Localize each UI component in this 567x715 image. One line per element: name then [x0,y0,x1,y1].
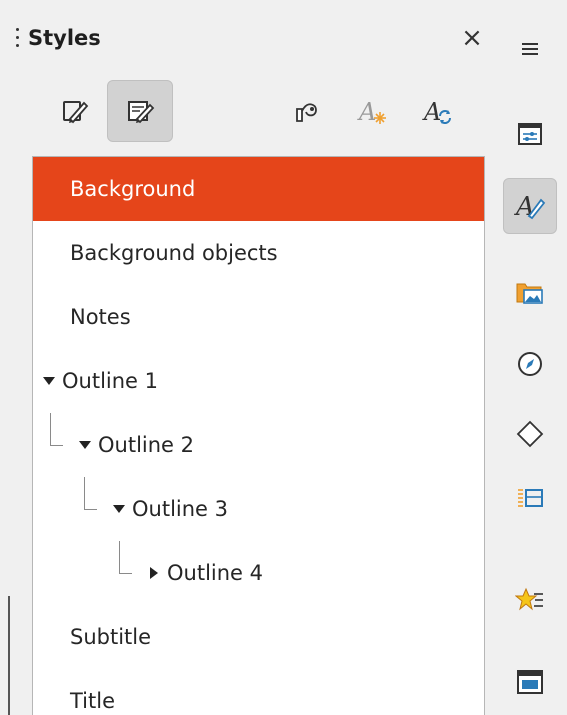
presentation-styles-button[interactable] [107,80,173,142]
tree-connector [84,477,97,510]
properties-icon [518,123,542,145]
styles-deck: Styles × A A Background Background objec… [0,0,567,715]
navigator-icon [518,352,542,376]
sidebar-tab-gallery[interactable] [503,264,557,320]
svg-text:A: A [357,98,376,126]
style-item-label: Title [70,689,116,713]
drawing-styles-button[interactable] [42,80,108,142]
style-item-label: Outline 4 [167,561,264,585]
style-item-label: Outline 1 [62,369,159,393]
style-item-outline-2[interactable]: Outline 2 [33,413,484,477]
style-item-notes[interactable]: Notes [33,285,484,349]
sidebar-tab-properties[interactable] [503,106,557,162]
style-item-label: Background [70,177,196,201]
drag-grip-icon[interactable] [16,28,20,54]
expander-expanded-icon[interactable] [113,505,125,513]
fill-format-mode-button[interactable] [275,80,341,142]
style-item-label: Outline 2 [98,433,195,457]
master-slides-icon [517,670,543,694]
style-item-label: Background objects [70,241,278,265]
style-item-outline-1[interactable]: Outline 1 [33,349,484,413]
expander-collapsed-icon[interactable] [150,567,158,579]
sidebar-tab-slide-layouts[interactable] [503,470,557,526]
new-style-button[interactable]: A [340,80,406,142]
sidebar-tab-animation[interactable] [503,572,557,628]
style-item-label: Notes [70,305,131,329]
expander-expanded-icon[interactable] [79,441,91,449]
drawing-styles-icon [63,101,89,124]
hamburger-menu-icon[interactable] [513,40,547,70]
tree-connector [119,541,132,574]
style-item-label: Subtitle [70,625,152,649]
style-item-outline-4[interactable]: Outline 4 [33,541,484,605]
sidebar-tab-master-slides[interactable] [503,654,557,710]
shapes-icon [516,420,544,448]
panel-titlebar: Styles × [0,0,500,80]
styles-tree[interactable]: Background Background objects Notes Outl… [32,156,485,715]
sidebar-tabbar: A [500,0,567,715]
style-item-background[interactable]: Background [33,157,484,221]
sidebar-tab-styles[interactable]: A [503,178,557,234]
style-item-subtitle[interactable]: Subtitle [33,605,484,669]
style-item-label: Outline 3 [132,497,229,521]
slide-layouts-icon [518,489,543,507]
sidebar-tab-shapes[interactable] [503,406,557,462]
styles-icon: A [514,192,546,222]
sidebar-tab-navigator[interactable] [503,336,557,392]
window-edge [8,596,10,715]
update-style-button[interactable]: A [405,80,471,142]
fill-format-mode-icon [296,103,317,122]
panel-title: Styles [28,26,101,50]
presentation-styles-icon [128,101,155,124]
tree-connector [50,413,63,446]
style-item-outline-3[interactable]: Outline 3 [33,477,484,541]
svg-text:A: A [422,98,441,126]
gallery-icon [516,283,543,304]
animation-icon [515,587,543,611]
close-button[interactable]: × [456,22,488,54]
update-style-icon: A [422,98,451,126]
style-item-background-objects[interactable]: Background objects [33,221,484,285]
expander-expanded-icon[interactable] [43,377,55,385]
new-style-from-selection-icon: A [357,98,386,126]
style-item-title[interactable]: Title [33,669,484,715]
